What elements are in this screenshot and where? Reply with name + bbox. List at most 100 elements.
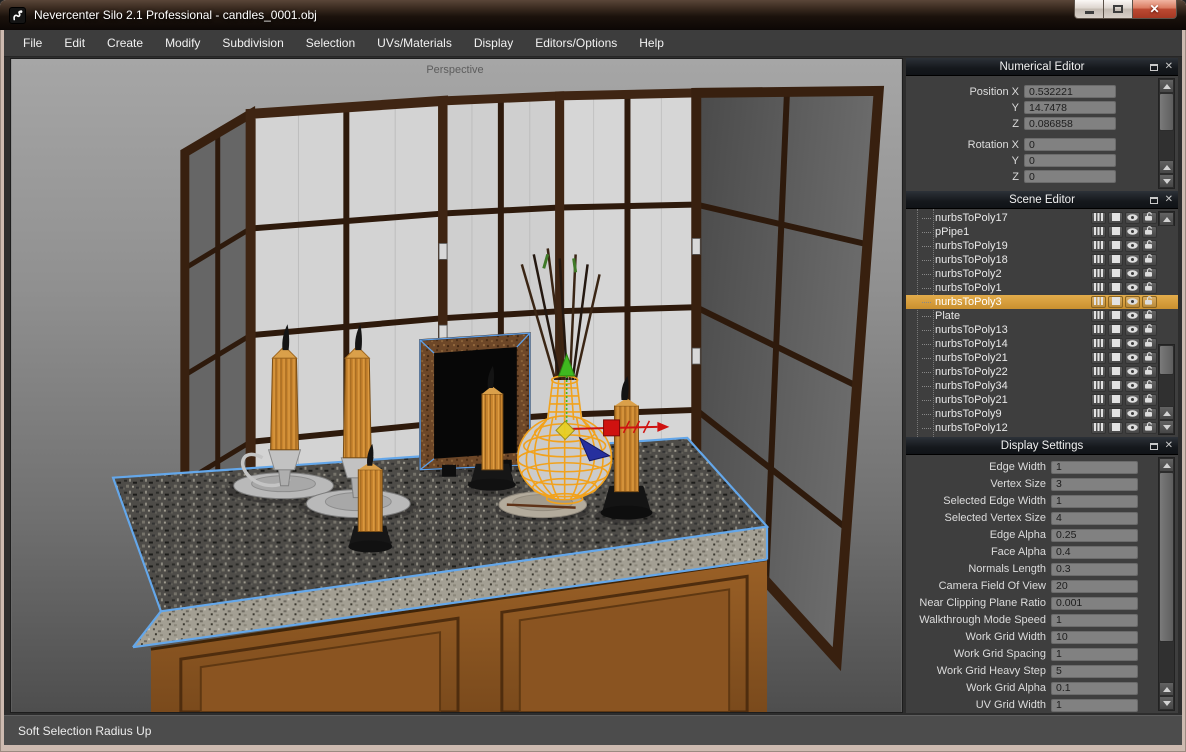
- setting-value-field[interactable]: [1051, 563, 1138, 576]
- material-square-button[interactable]: [1108, 324, 1123, 336]
- visibility-eye-button[interactable]: [1125, 310, 1140, 322]
- isolate-bars-button[interactable]: [1091, 380, 1106, 392]
- isolate-bars-button[interactable]: [1091, 366, 1106, 378]
- lock-button[interactable]: [1142, 366, 1157, 378]
- menu-create[interactable]: Create: [96, 30, 154, 57]
- lock-button[interactable]: [1142, 422, 1157, 434]
- numeric-value-field[interactable]: [1024, 138, 1116, 151]
- lock-button[interactable]: [1142, 254, 1157, 266]
- isolate-bars-button[interactable]: [1091, 226, 1106, 238]
- material-square-button[interactable]: [1108, 380, 1123, 392]
- menu-selection[interactable]: Selection: [295, 30, 366, 57]
- menu-edit[interactable]: Edit: [53, 30, 96, 57]
- isolate-bars-button[interactable]: [1091, 282, 1106, 294]
- scene-editor-scrollbar[interactable]: [1158, 344, 1175, 435]
- isolate-bars-button[interactable]: [1091, 240, 1106, 252]
- visibility-eye-button[interactable]: [1125, 366, 1140, 378]
- lock-button[interactable]: [1142, 226, 1157, 238]
- material-square-button[interactable]: [1108, 254, 1123, 266]
- scroll-down-button[interactable]: [1159, 420, 1174, 434]
- material-square-button[interactable]: [1108, 240, 1123, 252]
- maximize-button[interactable]: [1104, 0, 1132, 19]
- lock-button[interactable]: [1142, 394, 1157, 406]
- restore-icon[interactable]: [1150, 197, 1158, 204]
- material-square-button[interactable]: [1108, 212, 1123, 224]
- scene-item-nurbsToPoly2[interactable]: nurbsToPoly2: [906, 267, 1178, 281]
- minimize-button[interactable]: [1074, 0, 1104, 19]
- menu-editors-options[interactable]: Editors/Options: [524, 30, 628, 57]
- setting-value-field[interactable]: [1051, 699, 1138, 712]
- numeric-value-field[interactable]: [1024, 154, 1116, 167]
- restore-icon[interactable]: [1150, 443, 1158, 450]
- numeric-value-field[interactable]: [1024, 170, 1116, 183]
- isolate-bars-button[interactable]: [1091, 268, 1106, 280]
- material-square-button[interactable]: [1108, 226, 1123, 238]
- numeric-value-field[interactable]: [1024, 85, 1116, 98]
- isolate-bars-button[interactable]: [1091, 296, 1106, 308]
- scroll-thumb[interactable]: [1159, 472, 1174, 642]
- visibility-eye-button[interactable]: [1125, 254, 1140, 266]
- setting-value-field[interactable]: [1051, 478, 1138, 491]
- numeric-value-field[interactable]: [1024, 101, 1116, 114]
- lock-button[interactable]: [1142, 338, 1157, 350]
- lock-button[interactable]: [1142, 282, 1157, 294]
- visibility-eye-button[interactable]: [1125, 338, 1140, 350]
- material-square-button[interactable]: [1108, 422, 1123, 434]
- scene-item-nurbsToPoly21[interactable]: nurbsToPoly21: [906, 351, 1178, 365]
- scroll-down-button[interactable]: [1159, 174, 1174, 188]
- display-settings-scrollbar[interactable]: [1158, 457, 1175, 711]
- scene-editor-scroll-up[interactable]: [1158, 211, 1175, 226]
- material-square-button[interactable]: [1108, 268, 1123, 280]
- close-button[interactable]: ✕: [1132, 0, 1177, 19]
- setting-value-field[interactable]: [1051, 461, 1138, 474]
- isolate-bars-button[interactable]: [1091, 254, 1106, 266]
- scene-item-nurbsToPoly18[interactable]: nurbsToPoly18: [906, 253, 1178, 267]
- menu-modify[interactable]: Modify: [154, 30, 211, 57]
- visibility-eye-button[interactable]: [1125, 422, 1140, 434]
- isolate-bars-button[interactable]: [1091, 324, 1106, 336]
- scene-item-Plate[interactable]: Plate: [906, 309, 1178, 323]
- scroll-down-button[interactable]: [1159, 696, 1174, 710]
- scroll-up-button[interactable]: [1159, 212, 1174, 226]
- viewport-3d[interactable]: Perspective: [10, 58, 903, 713]
- scroll-up-button[interactable]: [1159, 79, 1174, 93]
- visibility-eye-button[interactable]: [1125, 268, 1140, 280]
- menu-file[interactable]: File: [12, 30, 53, 57]
- scene-item-nurbsToPoly12[interactable]: nurbsToPoly12: [906, 421, 1178, 435]
- scroll-thumb[interactable]: [1159, 93, 1174, 131]
- visibility-eye-button[interactable]: [1125, 352, 1140, 364]
- scene-item-nurbsToPoly34[interactable]: nurbsToPoly34: [906, 379, 1178, 393]
- menu-uvs-materials[interactable]: UVs/Materials: [366, 30, 463, 57]
- lock-button[interactable]: [1142, 380, 1157, 392]
- menu-display[interactable]: Display: [463, 30, 524, 57]
- isolate-bars-button[interactable]: [1091, 408, 1106, 420]
- isolate-bars-button[interactable]: [1091, 310, 1106, 322]
- lock-button[interactable]: [1142, 212, 1157, 224]
- visibility-eye-button[interactable]: [1125, 408, 1140, 420]
- visibility-eye-button[interactable]: [1125, 282, 1140, 294]
- close-icon[interactable]: ✕: [1165, 62, 1173, 72]
- isolate-bars-button[interactable]: [1091, 394, 1106, 406]
- scroll-track[interactable]: [1159, 131, 1174, 160]
- setting-value-field[interactable]: [1051, 682, 1138, 695]
- table-with-granite-top[interactable]: [113, 438, 767, 712]
- numerical-editor-scrollbar[interactable]: [1158, 78, 1175, 189]
- scroll-up-button[interactable]: [1159, 406, 1174, 420]
- menu-help[interactable]: Help: [628, 30, 675, 57]
- numeric-value-field[interactable]: [1024, 117, 1116, 130]
- scroll-track[interactable]: [1159, 375, 1174, 406]
- visibility-eye-button[interactable]: [1125, 394, 1140, 406]
- close-icon[interactable]: ✕: [1165, 195, 1173, 205]
- material-square-button[interactable]: [1108, 338, 1123, 350]
- lock-button[interactable]: [1142, 352, 1157, 364]
- scene-item-nurbsToPoly14[interactable]: nurbsToPoly14: [906, 337, 1178, 351]
- scene-item-nurbsToPoly13[interactable]: nurbsToPoly13: [906, 323, 1178, 337]
- setting-value-field[interactable]: [1051, 665, 1138, 678]
- lock-button[interactable]: [1142, 268, 1157, 280]
- setting-value-field[interactable]: [1051, 529, 1138, 542]
- setting-value-field[interactable]: [1051, 512, 1138, 525]
- scroll-up-button[interactable]: [1159, 682, 1174, 696]
- scroll-up-button[interactable]: [1159, 458, 1174, 472]
- scroll-up-button[interactable]: [1159, 160, 1174, 174]
- setting-value-field[interactable]: [1051, 648, 1138, 661]
